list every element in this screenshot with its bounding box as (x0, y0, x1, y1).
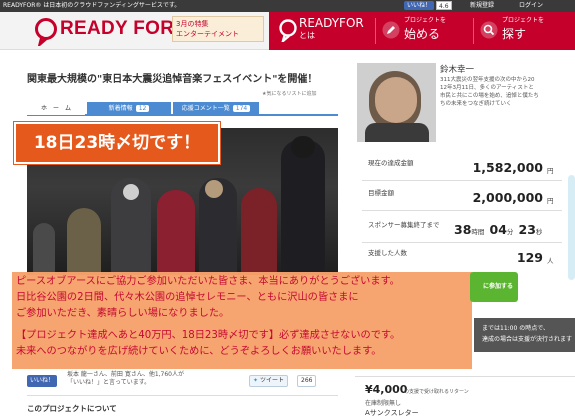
nav-find-line2: 探す (502, 27, 527, 41)
yen-unit: 円 (547, 197, 554, 205)
owner-desc-line: 市民と共にこの場を始め、追悼と僕たち (440, 93, 539, 99)
nav-about-line2: とは (299, 31, 315, 40)
like-count: 4.6 (436, 1, 452, 10)
divider (362, 210, 562, 211)
comments-count-badge: 174 (232, 105, 251, 112)
readyfor-logo-icon[interactable] (33, 16, 59, 46)
message-line: ご参加いただき、素晴らしい場になりました。 (16, 308, 230, 319)
project-title: 関東最大規模の"東日本大震災追悼音楽フェスイベント"を開催！ (27, 74, 318, 85)
tab-home[interactable]: ホ ー ム (27, 102, 85, 115)
reward-price: ¥4,000 (365, 383, 408, 396)
owner-avatar[interactable] (357, 63, 436, 142)
remaining-hours: 04 (489, 222, 507, 237)
divider (355, 376, 575, 377)
facebook-like-button[interactable]: いいね！ (27, 375, 58, 387)
promo-banner[interactable]: 3月の特集 エンターテイメント (172, 16, 264, 42)
nav-divider (473, 18, 474, 44)
reward-name[interactable]: Aサンクスレター (365, 408, 419, 418)
person-unit: 人 (547, 257, 554, 265)
nav-find-project[interactable]: プロジェクトを 探す (502, 16, 572, 46)
message-line: 未来へのつながりを広げ続けていくために、どうぞよろしくお願いいたします。 (16, 346, 382, 357)
remaining-time: 38時間 04分 23秒 (454, 219, 566, 237)
nav-start-line1: プロジェクトを (404, 17, 447, 24)
remaining-time-label: スポンサー募集終了まで (368, 221, 440, 229)
notice-line2: 達成の場合は支援が決行されます (482, 336, 573, 343)
site-logo[interactable]: READY FOR? (60, 18, 186, 40)
deadline-text: 18日23時〆切です！ (33, 133, 201, 153)
owner-desc-line: 12年3月11日、多くのアーティストと (440, 85, 534, 91)
message-line: 日比谷公園の2日間、代々木公園の追悼セレモニー、ともに沢山の皆さまに (16, 292, 359, 303)
pencil-icon (382, 21, 400, 39)
register-link[interactable]: 新規登録 (470, 0, 494, 12)
project-tabs: ホ ー ム 新着情報 12 応援コメント一覧 174 (27, 102, 338, 116)
readyfor-nav-icon (279, 19, 297, 42)
top-bar: READYFOR® は日本初のクラウドファンディングサービスです。 いいね！ 4… (0, 0, 575, 12)
supporters-value: 129 (516, 250, 543, 265)
add-to-favorites-link[interactable]: ★気になるリストに追加 (262, 90, 316, 97)
reward-stock: 在庫制限無し (365, 400, 402, 407)
current-amount-value: 1,582,000 (472, 160, 543, 175)
support-button-label: に参加する (483, 283, 514, 290)
share-bar: いいね！ 坂本 龍一さん、前田 寛さん、他1,760人が 「いいね！」と言ってい… (27, 371, 338, 387)
search-icon (480, 21, 498, 39)
deadline-notice: までは11:00 の時点で、 達成の場合は支援が決行されます (474, 318, 575, 352)
message-line: ピースオブアースにご協力ご参加いただいた皆さま、本当にありがとうございます。 (16, 276, 400, 287)
nav-about-line1: READYFOR (299, 16, 364, 30)
goal-amount-value: 2,000,000 (472, 190, 543, 205)
tab-news-label: 新着情報 (108, 105, 133, 112)
message-overlay: ピースオブアースにご協力ご参加いただいた皆さま、本当にありがとうございます。 日… (12, 272, 472, 369)
login-link[interactable]: ログイン (519, 0, 543, 12)
tweet-label: ツイート (259, 377, 284, 384)
like-summary-2: 「いいね！」と言っています。 (67, 379, 151, 386)
yen-unit: 円 (547, 167, 554, 175)
tweet-button[interactable]: ✦ ツイート (249, 375, 288, 387)
message-line: 【プロジェクト達成へあと40万円、18日23時〆切です】必ず達成させないのです。 (16, 330, 401, 341)
about-heading: このプロジェクトについて (27, 404, 117, 413)
tab-comments[interactable]: 応援コメント一覧 174 (173, 102, 259, 115)
support-button[interactable]: に参加する (470, 272, 518, 302)
nav-about[interactable]: READYFOR とは (299, 16, 369, 46)
owner-name[interactable]: 鈴木幸一 (440, 63, 474, 75)
nav-start-project[interactable]: プロジェクトを 始める (404, 16, 470, 46)
unit-seconds: 秒 (535, 228, 543, 236)
current-amount-label: 現在の達成金額 (368, 159, 414, 167)
owner-description: 311大震災の翌年支援の次の中から20 12年3月11日、多くのアーティストと … (440, 76, 575, 108)
goal-amount-label: 目標金額 (368, 189, 394, 197)
tagline: READYFOR® は日本初のクラウドファンディングサービスです。 (3, 2, 181, 9)
unit-hours: 時間 (471, 228, 485, 236)
twitter-bird-icon: ✦ (253, 377, 259, 384)
divider (362, 180, 562, 181)
owner-desc-line: 311大震災の翌年支援の次の中から20 (440, 77, 535, 83)
remaining-days: 38 (454, 222, 472, 237)
scrollbar[interactable] (568, 175, 575, 280)
nav-find-line1: プロジェクトを (502, 17, 545, 24)
remaining-minutes: 23 (518, 222, 536, 237)
supporters-label: 支援した人数 (368, 249, 407, 257)
nav-start-line2: 始める (404, 27, 441, 41)
tab-news[interactable]: 新着情報 12 (87, 102, 171, 115)
deadline-banner: 18日23時〆切です！ (14, 122, 220, 164)
promo-line1: 3月の特集 (176, 20, 209, 28)
divider (362, 242, 562, 243)
news-count-badge: 12 (135, 105, 150, 112)
divider (27, 395, 338, 396)
tab-comments-label: 応援コメント一覧 (181, 105, 230, 112)
promo-line2: エンターテイメント (176, 30, 239, 38)
unit-minutes: 分 (506, 228, 514, 236)
nav-divider (375, 18, 376, 44)
like-summary: 坂本 龍一さん、前田 寛さん、他1,760人が (67, 371, 184, 378)
tweet-count: 266 (297, 375, 317, 387)
owner-desc-line: ちの未来をつなぎ続けていく (440, 101, 512, 107)
facebook-like-button[interactable]: いいね！ (404, 1, 435, 10)
notice-line1: までは11:00 の時点で、 (482, 325, 549, 332)
reward-note: の支援で受け取れるリターン (404, 389, 469, 395)
main-nav: READYFOR とは プロジェクトを 始める プロジェクトを 探す (269, 12, 575, 50)
